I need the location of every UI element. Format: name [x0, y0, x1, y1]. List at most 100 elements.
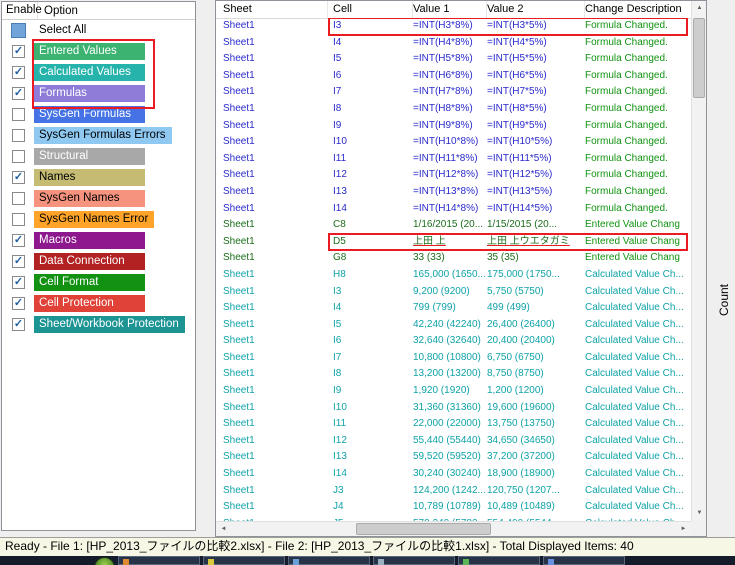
option-checkbox[interactable]: ✓ [12, 171, 25, 184]
cell-change-description: Calculated Value Ch... [585, 416, 691, 433]
column-header-change-description[interactable]: Change Description [585, 1, 691, 18]
option-label: Calculated Values [34, 64, 145, 81]
option-row[interactable]: SysGen Formulas [2, 104, 195, 125]
grid-row[interactable]: Sheet1 G8 33 (33) 35 (35) Entered Value … [216, 250, 691, 267]
cell-sheet: Sheet1 [216, 333, 328, 350]
grid-row[interactable]: Sheet1 I6 32,640 (32640) 20,400 (20400) … [216, 333, 691, 350]
cell-value1: 9,200 (9200) [413, 284, 487, 301]
option-row[interactable]: ✓ Names [2, 167, 195, 188]
taskbar-button[interactable] [288, 556, 370, 565]
cell-value1: =INT(H8*8%) [413, 101, 487, 118]
column-header-value-2[interactable]: Value 2 [487, 1, 585, 18]
grid-row[interactable]: Sheet1 I4 799 (799) 499 (499) Calculated… [216, 300, 691, 317]
grid-row[interactable]: Sheet1 D5 上田 上 上田 上ウエタガミ Entered Value C… [216, 234, 691, 251]
cell-change-description: Formula Changed. [585, 18, 691, 35]
start-button[interactable] [94, 557, 115, 565]
option-row[interactable]: ✓ Cell Format [2, 272, 195, 293]
vertical-scrollbar[interactable]: ▲ ▼ [691, 1, 706, 521]
option-checkbox[interactable]: ✓ [12, 66, 25, 79]
column-header-value-1[interactable]: Value 1 [413, 1, 487, 18]
grid-row[interactable]: Sheet1 H8 165,000 (1650... 175,000 (1750… [216, 267, 691, 284]
cell-value1: =INT(H3*8%) [413, 18, 487, 35]
grid-row[interactable]: Sheet1 J4 10,789 (10789) 10,489 (10489) … [216, 499, 691, 516]
cell-value2: 13,750 (13750) [487, 416, 585, 433]
grid-row[interactable]: Sheet1 I14 =INT(H14*8%) =INT(H14*5%) For… [216, 201, 691, 218]
cell-change-description: Calculated Value Ch... [585, 449, 691, 466]
grid-row[interactable]: Sheet1 I3 =INT(H3*8%) =INT(H3*5%) Formul… [216, 18, 691, 35]
option-row[interactable]: Select All [2, 20, 195, 41]
option-row[interactable]: ✓ Data Connection [2, 251, 195, 272]
cell-value1: =INT(H11*8%) [413, 151, 487, 168]
scroll-left-icon[interactable]: ◄ [216, 522, 231, 537]
grid-row[interactable]: Sheet1 I8 =INT(H8*8%) =INT(H8*5%) Formul… [216, 101, 691, 118]
column-header-cell[interactable]: Cell [328, 1, 413, 18]
scroll-down-icon[interactable]: ▼ [692, 506, 707, 521]
taskbar-button[interactable] [373, 556, 455, 565]
option-checkbox[interactable]: ✓ [12, 87, 25, 100]
option-checkbox[interactable]: ✓ [12, 234, 25, 247]
option-checkbox[interactable] [12, 108, 25, 121]
grid-row[interactable]: Sheet1 I8 13,200 (13200) 8,750 (8750) Ca… [216, 366, 691, 383]
column-header-sheet[interactable]: Sheet [216, 1, 328, 18]
vertical-scroll-thumb[interactable] [693, 18, 705, 98]
scroll-up-icon[interactable]: ▲ [692, 1, 707, 16]
option-checkbox[interactable]: ✓ [12, 318, 25, 331]
option-row[interactable]: ✓ Formulas [2, 83, 195, 104]
grid-row[interactable]: Sheet1 I6 =INT(H6*8%) =INT(H6*5%) Formul… [216, 68, 691, 85]
grid-row[interactable]: Sheet1 J3 124,200 (1242... 120,750 (1207… [216, 483, 691, 500]
cell-change-description: Calculated Value Ch... [585, 284, 691, 301]
grid-row[interactable]: Sheet1 I4 =INT(H4*8%) =INT(H4*5%) Formul… [216, 35, 691, 52]
option-checkbox[interactable]: ✓ [12, 45, 25, 58]
grid-row[interactable]: Sheet1 I7 =INT(H7*8%) =INT(H7*5%) Formul… [216, 84, 691, 101]
option-row[interactable]: ✓ Macros [2, 230, 195, 251]
grid-row[interactable]: Sheet1 I3 9,200 (9200) 5,750 (5750) Calc… [216, 284, 691, 301]
option-checkbox[interactable] [12, 150, 25, 163]
grid-row[interactable]: Sheet1 I11 =INT(H11*8%) =INT(H11*5%) For… [216, 151, 691, 168]
grid-row[interactable]: Sheet1 I10 =INT(H10*8%) =INT(H10*5%) For… [216, 134, 691, 151]
option-checkbox[interactable]: ✓ [12, 255, 25, 268]
taskbar-button[interactable] [118, 556, 200, 565]
option-label: SysGen Formulas Errors [34, 127, 172, 144]
option-checkbox[interactable] [12, 213, 25, 226]
horizontal-scroll-thumb[interactable] [356, 523, 491, 535]
option-checkbox[interactable] [11, 23, 26, 38]
scroll-right-icon[interactable]: ► [676, 522, 691, 537]
taskbar-button[interactable] [543, 556, 625, 565]
grid-row[interactable]: Sheet1 I13 59,520 (59520) 37,200 (37200)… [216, 449, 691, 466]
cell-value2: =INT(H10*5%) [487, 134, 585, 151]
grid-row[interactable]: Sheet1 I5 =INT(H5*8%) =INT(H5*5%) Formul… [216, 51, 691, 68]
option-checkbox[interactable]: ✓ [12, 276, 25, 289]
grid-row[interactable]: Sheet1 I12 =INT(H12*8%) =INT(H12*5%) For… [216, 167, 691, 184]
horizontal-scrollbar[interactable]: ◄ ► [216, 521, 691, 536]
option-checkbox[interactable]: ✓ [12, 297, 25, 310]
grid-row[interactable]: Sheet1 I7 10,800 (10800) 6,750 (6750) Ca… [216, 350, 691, 367]
option-row[interactable]: SysGen Names [2, 188, 195, 209]
grid-row[interactable]: Sheet1 I10 31,360 (31360) 19,600 (19600)… [216, 400, 691, 417]
cell-ref: I10 [328, 134, 413, 151]
taskbar-button[interactable] [203, 556, 285, 565]
grid-row[interactable]: Sheet1 I11 22,000 (22000) 13,750 (13750)… [216, 416, 691, 433]
option-checkbox[interactable] [12, 129, 25, 142]
option-checkbox[interactable] [12, 192, 25, 205]
grid-row[interactable]: Sheet1 I9 =INT(H9*8%) =INT(H9*5%) Formul… [216, 118, 691, 135]
cell-value2: 1/15/2015 (20... [487, 217, 585, 234]
taskbar-app-icon [123, 559, 129, 565]
option-row[interactable]: Structural [2, 146, 195, 167]
grid-row[interactable]: Sheet1 I13 =INT(H13*8%) =INT(H13*5%) For… [216, 184, 691, 201]
grid-row[interactable]: Sheet1 I12 55,440 (55440) 34,650 (34650)… [216, 433, 691, 450]
option-row[interactable]: ✓ Calculated Values [2, 62, 195, 83]
cell-sheet: Sheet1 [216, 51, 328, 68]
option-row[interactable]: SysGen Formulas Errors [2, 125, 195, 146]
option-row[interactable]: ✓ Cell Protection [2, 293, 195, 314]
cell-value2: =INT(H7*5%) [487, 84, 585, 101]
option-row[interactable]: ✓ Entered Values [2, 41, 195, 62]
option-label: Data Connection [34, 253, 145, 270]
option-row[interactable]: ✓ Sheet/Workbook Protection [2, 314, 195, 335]
grid-row[interactable]: Sheet1 I9 1,920 (1920) 1,200 (1200) Calc… [216, 383, 691, 400]
cell-ref: J3 [328, 483, 413, 500]
option-row[interactable]: SysGen Names Error [2, 209, 195, 230]
grid-row[interactable]: Sheet1 I14 30,240 (30240) 18,900 (18900)… [216, 466, 691, 483]
taskbar-button[interactable] [458, 556, 540, 565]
grid-row[interactable]: Sheet1 I5 42,240 (42240) 26,400 (26400) … [216, 317, 691, 334]
grid-row[interactable]: Sheet1 C8 1/16/2015 (20... 1/15/2015 (20… [216, 217, 691, 234]
